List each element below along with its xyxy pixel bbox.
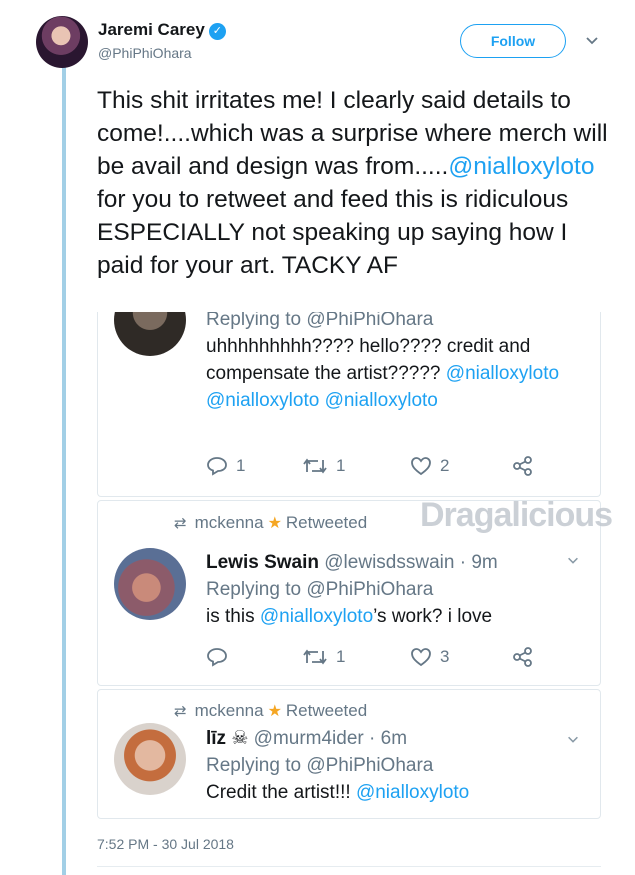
- retweeted-label: Retweeted: [285, 701, 368, 720]
- tweet-body: līz ☠ @murm4ider · 6m Replying to @PhiPh…: [206, 725, 586, 806]
- mention-link[interactable]: @nialloxyloto: [260, 606, 373, 627]
- avatar[interactable]: [114, 312, 186, 356]
- retweet-count: 1: [336, 647, 346, 666]
- retweet-count: 1: [336, 456, 346, 475]
- retweet-button[interactable]: 1: [302, 456, 345, 476]
- retweet-icon: ⇄: [174, 515, 187, 532]
- author-handle[interactable]: @murm4ider: [254, 728, 364, 749]
- tweet-text-part: for you to retweet and feed this is ridi…: [97, 186, 569, 279]
- tweet-actions: 1 3: [206, 647, 546, 671]
- tweet-text-part: Credit the artist!!!: [206, 782, 356, 803]
- like-icon: [411, 457, 431, 476]
- retweet-icon: [303, 458, 327, 474]
- avatar[interactable]: [36, 16, 88, 68]
- verified-badge-icon: ✓: [208, 23, 226, 40]
- tweet-text: is this @nialloxyloto’s work? i love: [206, 606, 492, 627]
- tweet-body: Replying to @PhiPhiOhara uhhhhhhhhh???? …: [206, 312, 576, 414]
- tweet-text: This shit irritates me! I clearly said d…: [97, 84, 617, 282]
- retweet-icon: ⇄: [174, 703, 187, 720]
- retweeted-by: ⇄ mckenna ★ Retweeted: [174, 701, 367, 721]
- star-icon: ★: [267, 703, 282, 720]
- embedded-tweet-card[interactable]: Replying to @PhiPhiOhara uhhhhhhhhh???? …: [97, 312, 601, 497]
- author-name[interactable]: Lewis Swain: [206, 552, 319, 573]
- author-name[interactable]: līz ☠: [206, 728, 248, 749]
- like-button[interactable]: 2: [410, 456, 449, 476]
- retweeter-name[interactable]: mckenna: [195, 513, 264, 532]
- author-name[interactable]: Jaremi Carey ✓: [98, 20, 226, 40]
- share-button[interactable]: [512, 456, 542, 476]
- retweeted-label: Retweeted: [285, 513, 368, 532]
- reply-icon: [207, 457, 227, 476]
- tweet-text: Credit the artist!!! @nialloxyloto: [206, 782, 469, 803]
- watermark-logo: Dragalicious: [420, 496, 613, 534]
- chevron-down-icon[interactable]: [584, 32, 600, 48]
- avatar[interactable]: [114, 548, 186, 620]
- embedded-tweet-card[interactable]: ⇄ mckenna ★ Retweeted līz ☠ @murm4ider · 6m…: [97, 689, 601, 819]
- author-line: Lewis Swain @lewisdsswain · 9m: [206, 552, 498, 573]
- star-icon: ★: [267, 515, 282, 532]
- like-button[interactable]: 3: [410, 647, 449, 667]
- reply-icon: [207, 648, 227, 667]
- reply-button[interactable]: [206, 647, 236, 667]
- retweet-icon: [303, 649, 327, 665]
- reply-count: 1: [236, 456, 246, 475]
- thread-line: [62, 62, 66, 875]
- share-icon: [513, 647, 532, 667]
- like-count: 2: [440, 456, 450, 475]
- tweet-actions: 1 1 2: [206, 456, 546, 480]
- tweet-body: Lewis Swain @lewisdsswain · 9m Replying …: [206, 549, 586, 630]
- mention-link[interactable]: @nialloxyloto: [448, 153, 594, 180]
- retweet-button[interactable]: 1: [302, 647, 345, 667]
- follow-button[interactable]: Follow: [460, 24, 566, 58]
- author-handle[interactable]: @PhiPhiOhara: [98, 45, 192, 61]
- author-handle[interactable]: @lewisdsswain: [324, 552, 454, 573]
- tweet-time[interactable]: · 6m: [369, 728, 407, 749]
- tweet-time[interactable]: · 9m: [460, 552, 498, 573]
- tweet-text-part: is this: [206, 606, 260, 627]
- replying-to[interactable]: Replying to @PhiPhiOhara: [206, 576, 586, 603]
- share-icon: [513, 456, 532, 476]
- retweeter-name[interactable]: mckenna: [195, 701, 264, 720]
- author-line: līz ☠ @murm4ider · 6m: [206, 728, 407, 749]
- share-button[interactable]: [512, 647, 542, 667]
- mention-link[interactable]: @nialloxyloto: [356, 782, 469, 803]
- tweet-header: Jaremi Carey ✓ @PhiPhiOhara Follow: [36, 14, 606, 70]
- tweet-text-part: ’s work? i love: [373, 606, 493, 627]
- replying-to[interactable]: Replying to @PhiPhiOhara: [206, 312, 576, 333]
- like-count: 3: [440, 647, 450, 666]
- avatar[interactable]: [114, 723, 186, 795]
- replying-to[interactable]: Replying to @PhiPhiOhara: [206, 752, 586, 779]
- like-icon: [411, 648, 431, 667]
- retweeted-by: ⇄ mckenna ★ Retweeted: [174, 513, 367, 533]
- divider: [97, 866, 601, 867]
- author-name-text[interactable]: Jaremi Carey: [98, 20, 205, 39]
- reply-button[interactable]: 1: [206, 456, 245, 476]
- tweet-timestamp[interactable]: 7:52 PM - 30 Jul 2018: [97, 836, 234, 852]
